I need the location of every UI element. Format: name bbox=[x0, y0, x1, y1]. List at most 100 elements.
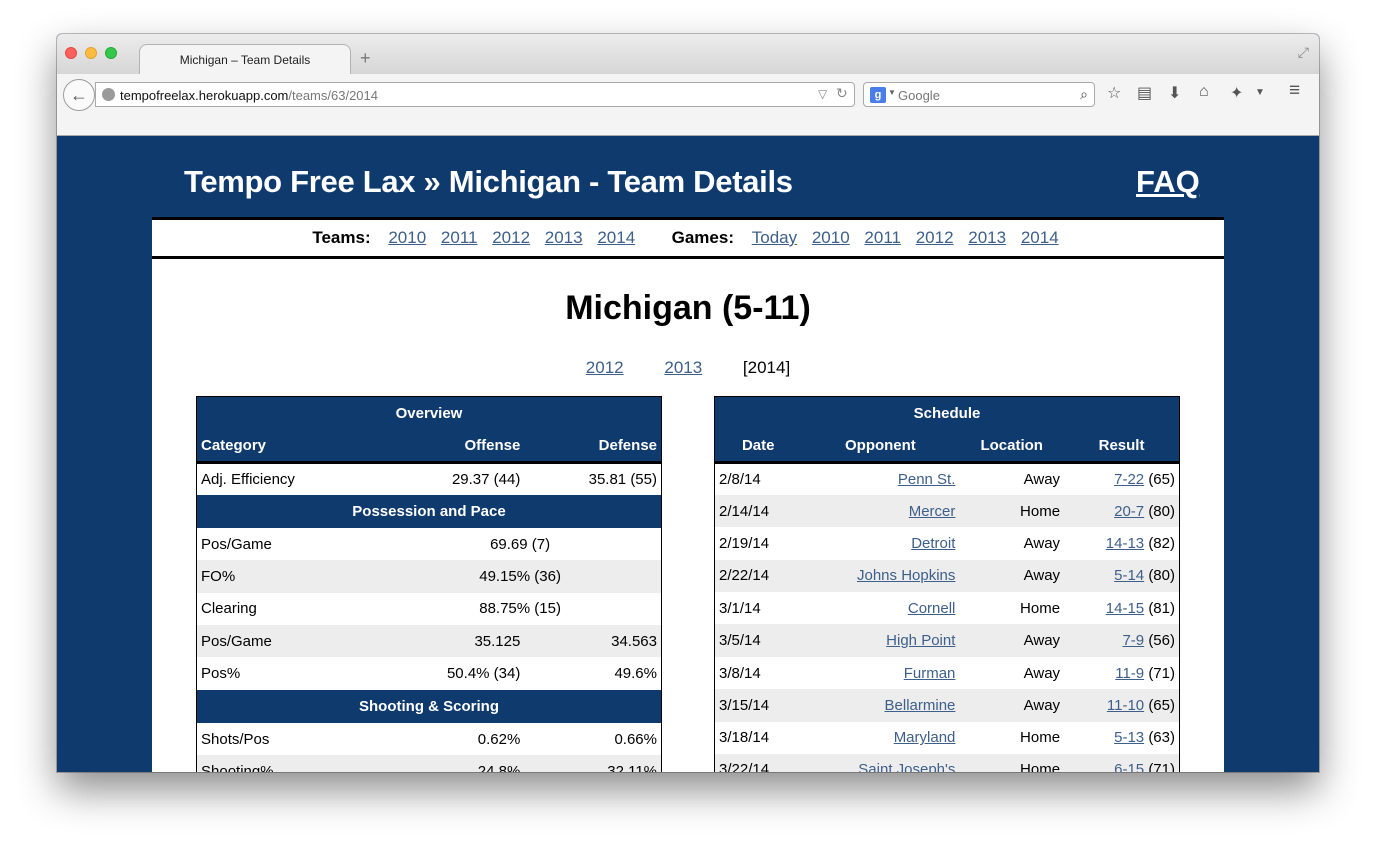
result-link[interactable]: 11-9 bbox=[1115, 665, 1144, 682]
defense-value: 35.81 (55) bbox=[588, 470, 657, 488]
opponent-link[interactable]: Penn St. bbox=[898, 471, 956, 488]
game-date: 3/22/14 bbox=[714, 754, 802, 772]
result-link[interactable]: 7-9 bbox=[1122, 632, 1144, 649]
extension-icon[interactable]: ✦ bbox=[1230, 83, 1243, 103]
games-link-2012[interactable]: 2012 bbox=[916, 228, 954, 247]
games-link-2014[interactable]: 2014 bbox=[1021, 228, 1059, 247]
col-date: Date bbox=[714, 429, 802, 464]
url-bar[interactable]: tempofreelax.herokuapp.com/teams/63/2014… bbox=[95, 82, 855, 107]
result-link[interactable]: 6-15 bbox=[1114, 761, 1144, 772]
table-row: 3/8/14 Furman Away 11-9 (71) bbox=[715, 657, 1180, 689]
defense-value: 32.11% bbox=[524, 755, 662, 772]
result-link[interactable]: 5-13 bbox=[1114, 729, 1144, 746]
games-label: Games: bbox=[671, 228, 734, 247]
faq-link[interactable]: FAQ bbox=[1136, 164, 1200, 200]
close-window-icon[interactable] bbox=[65, 47, 77, 59]
opponent-link[interactable]: Maryland bbox=[894, 729, 956, 746]
download-icon[interactable]: ⬇ bbox=[1168, 83, 1181, 103]
search-engine-icon[interactable]: g bbox=[870, 87, 886, 103]
game-location: Away bbox=[959, 624, 1065, 657]
site-nav: Teams: 2010 2011 2012 2013 2014 Games: T… bbox=[152, 220, 1224, 259]
url-dropdown-icon[interactable]: ▽ bbox=[818, 87, 827, 101]
search-bar[interactable]: g ▼ Google ⌕ bbox=[863, 82, 1095, 107]
overview-table: Overview Category Offense Defense Adj. E… bbox=[196, 396, 662, 772]
table-row: 3/1/14 Cornell Home 14-15 (81) bbox=[715, 592, 1180, 624]
minimize-window-icon[interactable] bbox=[85, 47, 97, 59]
opponent-link[interactable]: Johns Hopkins bbox=[857, 567, 955, 584]
opponent-link[interactable]: Bellarmine bbox=[885, 697, 956, 714]
table-row: 3/18/14 Maryland Home 5-13 (63) bbox=[715, 722, 1180, 754]
new-tab-icon[interactable]: + bbox=[360, 48, 371, 69]
games-link-2011[interactable]: 2011 bbox=[864, 228, 901, 247]
games-link-2013[interactable]: 2013 bbox=[968, 228, 1006, 247]
table-row: Clearing 88.75% (15) bbox=[197, 593, 662, 625]
menu-icon[interactable]: ≡ bbox=[1289, 80, 1300, 102]
schedule-table: Schedule Date Opponent Location Result 2… bbox=[714, 396, 1180, 772]
opponent-link[interactable]: Mercer bbox=[909, 503, 956, 520]
game-date: 3/15/14 bbox=[714, 689, 802, 722]
row-value: 69.69 (7) bbox=[490, 535, 551, 553]
opponent-link[interactable]: Furman bbox=[904, 665, 956, 682]
defense-value: 34.563 bbox=[524, 625, 662, 658]
result-link[interactable]: 7-22 bbox=[1114, 471, 1144, 488]
table-row: 2/8/14 Penn St. Away 7-22 (65) bbox=[715, 463, 1180, 495]
game-location: Home bbox=[1020, 729, 1061, 747]
result-link[interactable]: 20-7 bbox=[1114, 503, 1144, 520]
season-link-2012[interactable]: 2012 bbox=[586, 358, 624, 377]
result-link[interactable]: 14-15 bbox=[1106, 600, 1144, 617]
game-location: Away bbox=[1023, 664, 1061, 682]
result-link[interactable]: 11-10 bbox=[1107, 697, 1144, 714]
team-heading: Michigan (5-11) bbox=[565, 289, 811, 327]
teams-link-2014[interactable]: 2014 bbox=[597, 228, 635, 247]
back-arrow-icon[interactable]: ← bbox=[63, 79, 95, 111]
result-link[interactable]: 14-13 bbox=[1106, 535, 1144, 552]
teams-link-2012[interactable]: 2012 bbox=[492, 228, 530, 247]
teams-link-2013[interactable]: 2013 bbox=[545, 228, 583, 247]
current-season: [2014] bbox=[742, 358, 791, 377]
zoom-window-icon[interactable] bbox=[105, 47, 117, 59]
opponent-link[interactable]: Detroit bbox=[911, 535, 955, 552]
opponent-link[interactable]: High Point bbox=[886, 632, 955, 649]
game-location: Away bbox=[959, 689, 1065, 722]
season-link-2013[interactable]: 2013 bbox=[664, 358, 702, 377]
chevron-down-icon: ▼ bbox=[888, 88, 896, 97]
table-row: Pos/Game 35.125 34.563 bbox=[196, 625, 662, 658]
result-link[interactable]: 5-14 bbox=[1114, 567, 1144, 584]
home-icon[interactable]: ⌂ bbox=[1199, 83, 1209, 101]
opponent-link[interactable]: Cornell bbox=[908, 600, 956, 617]
row-value: 88.75% (15) bbox=[479, 600, 561, 618]
row-label: Pos% bbox=[201, 665, 241, 683]
defense-value: 49.6% bbox=[614, 665, 657, 683]
games-link-2010[interactable]: 2010 bbox=[812, 228, 850, 247]
page-viewport: Tempo Free Lax » Michigan - Team Details… bbox=[57, 137, 1319, 772]
game-date: 2/8/14 bbox=[719, 470, 761, 488]
schedule-rows: 2/8/14 Penn St. Away 7-22 (65) 2/14/14 Mercer… bbox=[714, 463, 1180, 772]
fullscreen-icon[interactable]: ⤢ bbox=[1298, 44, 1309, 61]
url-text: tempofreelax.herokuapp.com/teams/63/2014 bbox=[120, 88, 378, 103]
browser-tab[interactable]: Michigan – Team Details bbox=[139, 44, 351, 75]
offense-value: 29.37 (44) bbox=[451, 470, 521, 488]
chevron-down-icon[interactable]: ▼ bbox=[1255, 87, 1265, 98]
game-tempo: (82) bbox=[1148, 534, 1175, 552]
page-body: Teams: 2010 2011 2012 2013 2014 Games: T… bbox=[152, 217, 1224, 772]
reading-list-icon[interactable]: ▤ bbox=[1137, 83, 1152, 103]
row-label: Pos/Game bbox=[201, 535, 272, 553]
row-label: Shooting% bbox=[196, 755, 380, 772]
table-row: 2/19/14 Detroit Away 14-13 (82) bbox=[715, 527, 1180, 559]
teams-link-2010[interactable]: 2010 bbox=[388, 228, 426, 247]
search-icon[interactable]: ⌕ bbox=[1080, 86, 1088, 103]
table-row: Shooting% 24.8% 32.11% bbox=[196, 755, 662, 772]
browser-toolbar: ← tempofreelax.herokuapp.com/teams/63/20… bbox=[57, 74, 1319, 136]
row-label: FO% bbox=[196, 560, 380, 593]
teams-label: Teams: bbox=[312, 228, 371, 247]
url-host: tempofreelax.herokuapp.com bbox=[120, 88, 289, 103]
season-selector: 2012 2013 [2014] bbox=[152, 358, 1224, 378]
opponent-link[interactable]: Saint Joseph's bbox=[858, 761, 955, 772]
game-date: 2/19/14 bbox=[719, 534, 770, 552]
game-date: 3/8/14 bbox=[719, 664, 761, 682]
game-tempo: (71) bbox=[1148, 761, 1175, 772]
reload-icon[interactable]: ↻ bbox=[836, 85, 848, 102]
games-link-today[interactable]: Today bbox=[752, 228, 797, 247]
bookmark-star-icon[interactable]: ☆ bbox=[1107, 83, 1121, 103]
teams-link-2011[interactable]: 2011 bbox=[441, 228, 478, 247]
